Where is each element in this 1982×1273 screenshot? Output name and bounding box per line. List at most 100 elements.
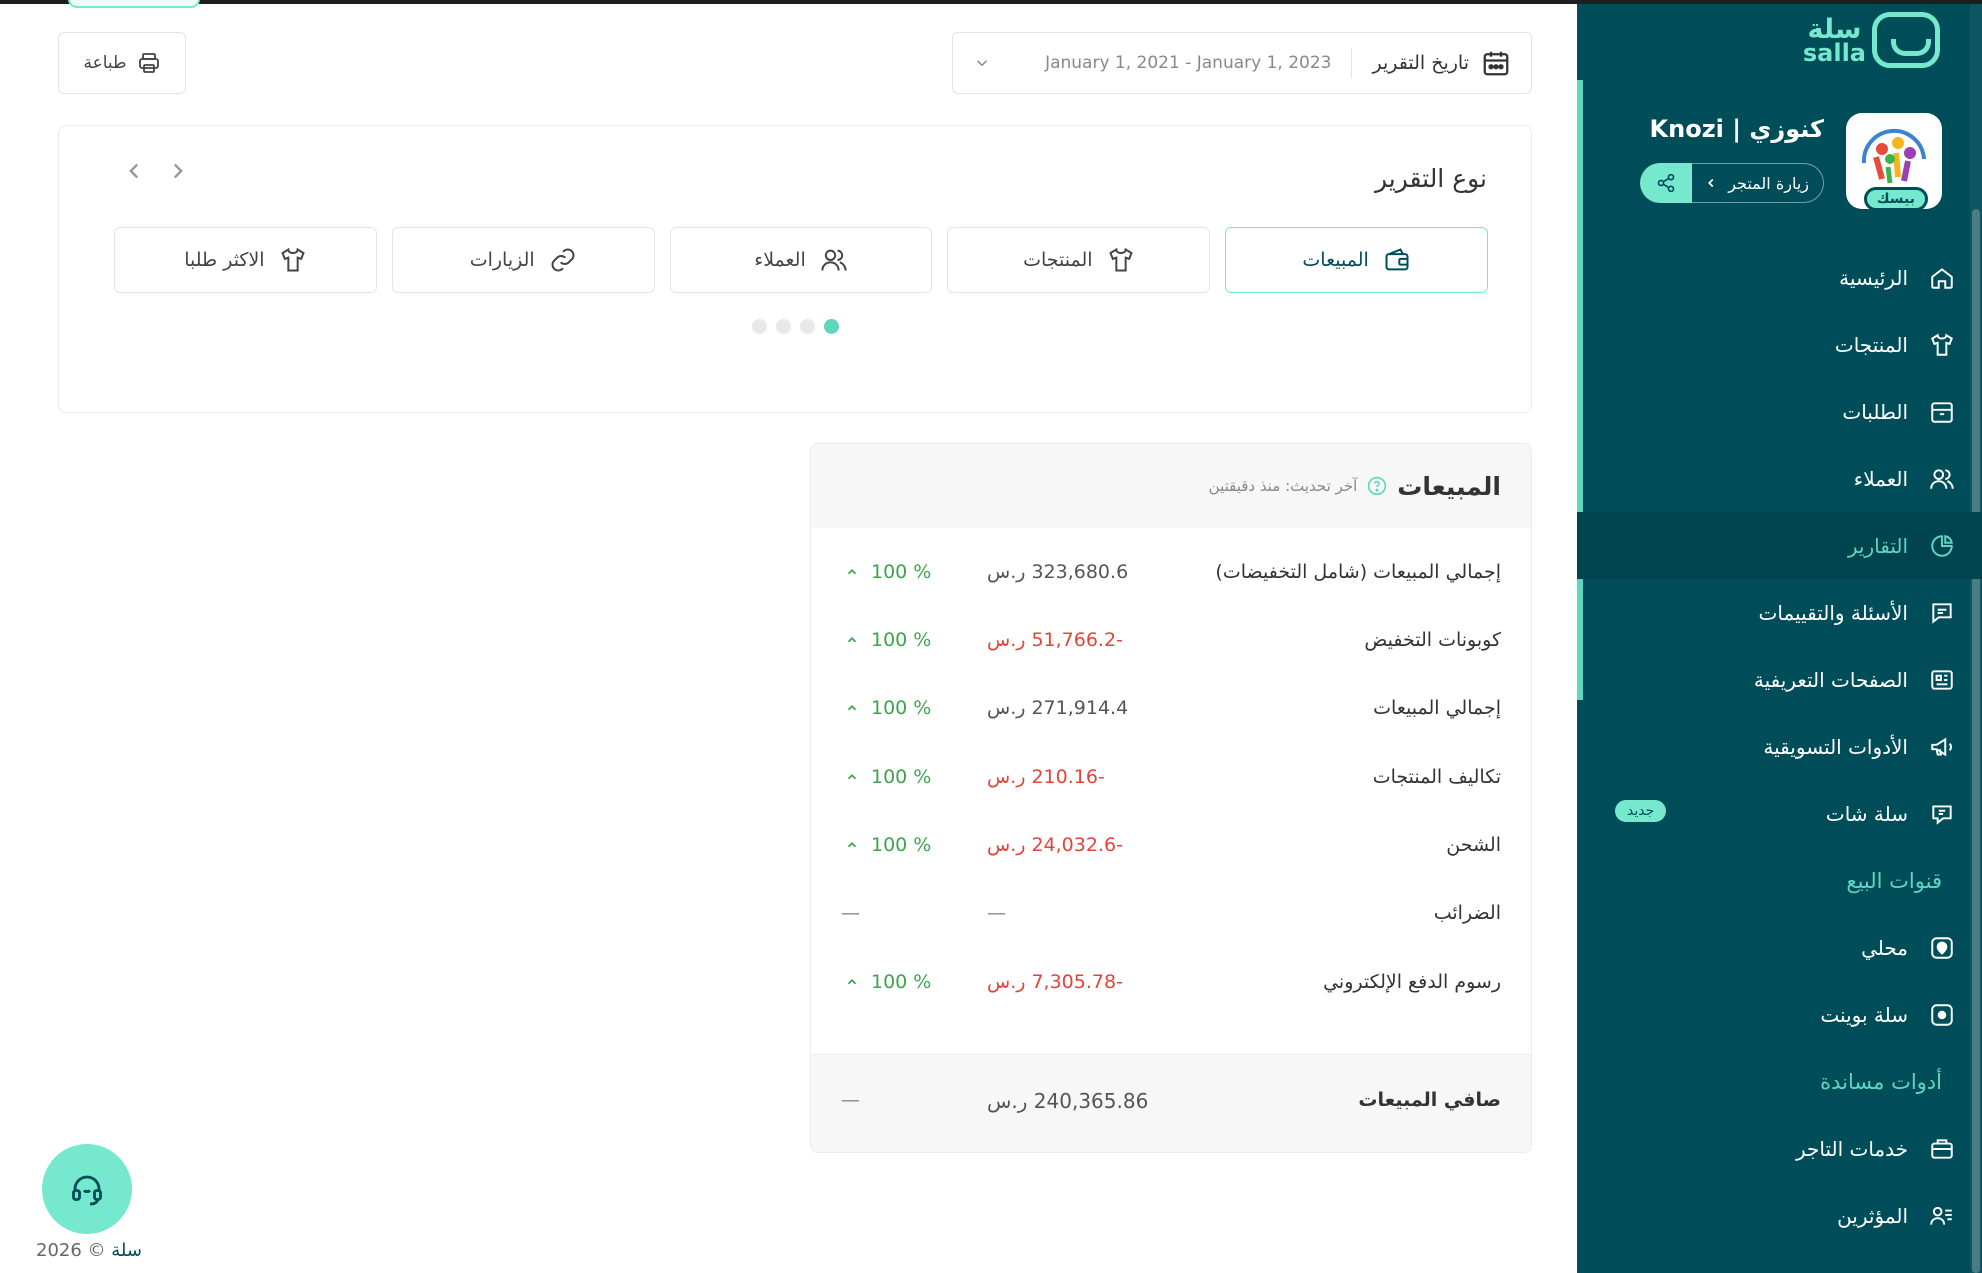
net-sales-value: 240,365.86 ر.س <box>987 1089 1149 1113</box>
print-button[interactable]: طباعة <box>58 32 186 94</box>
row-label: كوبونات التخفيض <box>1364 629 1501 651</box>
visit-store-label: زيارة المتجر <box>1728 173 1809 193</box>
net-sales-percent: — <box>841 1089 860 1111</box>
row-label: رسوم الدفع الإلكتروني <box>1323 971 1501 993</box>
copyright-brand-link[interactable]: سلة <box>111 1240 142 1261</box>
printer-icon <box>137 51 161 75</box>
table-row: تكاليف المنتجات -210.16 ر.س 100 % <box>811 746 1531 814</box>
row-percent: 100 % <box>845 834 931 856</box>
brand-logo[interactable]: سلة salla <box>1803 12 1940 68</box>
section-title-support-tools: أدوات مساندة <box>1820 1069 1942 1094</box>
link-icon <box>549 246 577 274</box>
sales-summary-card: المبيعات آخر تحديث: منذ دقيقتين إجمالي ا… <box>810 443 1532 1153</box>
sidebar-item-label: محلي <box>1861 935 1908 960</box>
shirt-icon <box>1928 331 1956 359</box>
pagination-dot-active[interactable] <box>824 319 839 334</box>
salla-logo-icon <box>1872 12 1940 68</box>
net-sales-row: صافي المبيعات 240,365.86 ر.س — <box>811 1054 1531 1152</box>
table-row: الضرائب — — <box>811 882 1531 950</box>
sidebar-item-reviews[interactable]: الأسئلة والتقييمات <box>1577 579 1982 646</box>
tab-visits[interactable]: الزيارات <box>391 227 655 293</box>
tab-label: المنتجات <box>1023 249 1093 271</box>
row-value: 323,680.6 ر.س <box>987 561 1129 583</box>
sidebar-item-home[interactable]: الرئيسية <box>1577 244 1982 311</box>
box-icon <box>1928 398 1956 426</box>
tab-products[interactable]: المنتجات <box>947 227 1211 293</box>
copyright-text: © 2026 <box>36 1240 106 1261</box>
report-type-tabs: المبيعات المنتجات العملاء الزيارات الاكث… <box>114 227 1488 293</box>
sidebar-item-merchant-services[interactable]: خدمات التاجر <box>1577 1115 1982 1182</box>
tab-label: الزيارات <box>469 249 535 271</box>
plan-badge: بيسك <box>1863 187 1928 211</box>
store-name: كنوزي | Knozi <box>1649 115 1824 143</box>
chat-icon <box>1928 800 1956 828</box>
sidebar-item-label: الأدوات التسويقية <box>1763 734 1908 759</box>
users-icon <box>1928 465 1956 493</box>
tab-sales[interactable]: المبيعات <box>1225 227 1488 293</box>
last-update-text: آخر تحديث: منذ دقيقتين <box>1208 477 1358 495</box>
date-range-value: January 1, 2021 - January 1, 2023 <box>1045 53 1332 73</box>
row-value: 271,914.4 ر.س <box>987 697 1129 719</box>
chevron-right-icon[interactable] <box>165 158 191 184</box>
support-chat-button[interactable] <box>42 1144 132 1234</box>
tab-customers[interactable]: العملاء <box>669 227 933 293</box>
partial-tab-indicator <box>68 0 200 8</box>
table-row: الشحن -24,032.6 ر.س 100 % <box>811 814 1531 882</box>
sidebar-item-label: المنتجات <box>1834 332 1908 357</box>
sidebar-item-products[interactable]: المنتجات <box>1577 311 1982 378</box>
row-label: الشحن <box>1446 834 1501 856</box>
pagination-dot[interactable] <box>776 319 791 334</box>
sidebar-item-local[interactable]: محلي <box>1577 914 1982 981</box>
tab-label: الاكثر طلبا <box>184 249 265 271</box>
sidebar-item-customers[interactable]: العملاء <box>1577 445 1982 512</box>
date-range-picker[interactable]: تاريخ التقرير January 1, 2021 - January … <box>952 32 1532 94</box>
sidebar-item-influencers[interactable]: المؤثرين <box>1577 1182 1982 1249</box>
sidebar-item-label: الطلبات <box>1842 399 1908 424</box>
pos-icon <box>1928 1001 1956 1029</box>
sidebar-item-salla-point[interactable]: سلة بوينت <box>1577 981 1982 1048</box>
row-value: -210.16 ر.س <box>987 766 1105 788</box>
new-badge: جديد <box>1615 800 1667 822</box>
section-title-sales-channels: قنوات البيع <box>1846 868 1942 893</box>
row-value: -24,032.6 ر.س <box>987 834 1123 856</box>
tab-most-ordered[interactable]: الاكثر طلبا <box>114 227 377 293</box>
chevron-left-icon <box>1704 176 1718 190</box>
influencer-icon <box>1928 1202 1956 1230</box>
carousel-arrows <box>121 158 191 184</box>
tab-label: العملاء <box>754 249 806 271</box>
chevron-down-icon[interactable] <box>973 54 991 72</box>
chevron-up-icon <box>845 701 859 715</box>
megaphone-icon <box>1928 733 1956 761</box>
help-icon[interactable] <box>1367 476 1387 496</box>
pie-chart-icon <box>1928 532 1956 560</box>
sales-header: المبيعات آخر تحديث: منذ دقيقتين <box>811 444 1531 528</box>
sidebar-nav: الرئيسية المنتجات الطلبات العملاء التقار… <box>1577 244 1982 1249</box>
row-value: — <box>987 902 1006 924</box>
date-divider <box>1351 48 1353 78</box>
table-row: إجمالي المبيعات (شامل التخفيضات) 323,680… <box>811 541 1531 609</box>
sidebar-item-orders[interactable]: الطلبات <box>1577 378 1982 445</box>
sidebar-item-pages[interactable]: الصفحات التعريفية <box>1577 646 1982 713</box>
row-percent: 100 % <box>845 629 931 651</box>
store-info: بيسك كنوزي | Knozi زيارة المتجر <box>1602 109 1942 211</box>
share-store-button[interactable] <box>1640 163 1693 203</box>
sidebar-item-label: التقارير <box>1847 533 1908 558</box>
sidebar-item-label: الرئيسية <box>1839 265 1908 290</box>
chevron-up-icon <box>845 770 859 784</box>
chevron-left-icon[interactable] <box>121 158 147 184</box>
visit-store-button[interactable]: زيارة المتجر <box>1692 163 1824 203</box>
sidebar-item-marketing[interactable]: الأدوات التسويقية <box>1577 713 1982 780</box>
row-label: الضرائب <box>1433 902 1501 924</box>
table-row: كوبونات التخفيض -51,766.2 ر.س 100 % <box>811 609 1531 677</box>
pagination-dot[interactable] <box>752 319 767 334</box>
users-icon <box>820 246 848 274</box>
brand-wordmark: سلة salla <box>1802 13 1866 67</box>
sidebar-item-reports[interactable]: التقارير <box>1577 512 1982 579</box>
pagination-dot[interactable] <box>800 319 815 334</box>
sidebar-item-salla-chat[interactable]: سلة شات جديد <box>1577 780 1982 847</box>
row-label: إجمالي المبيعات (شامل التخفيضات) <box>1215 561 1501 583</box>
row-percent: — <box>841 902 860 924</box>
print-label: طباعة <box>83 53 127 73</box>
headset-icon <box>69 1171 105 1207</box>
sidebar-item-label: سلة شات <box>1825 801 1908 826</box>
